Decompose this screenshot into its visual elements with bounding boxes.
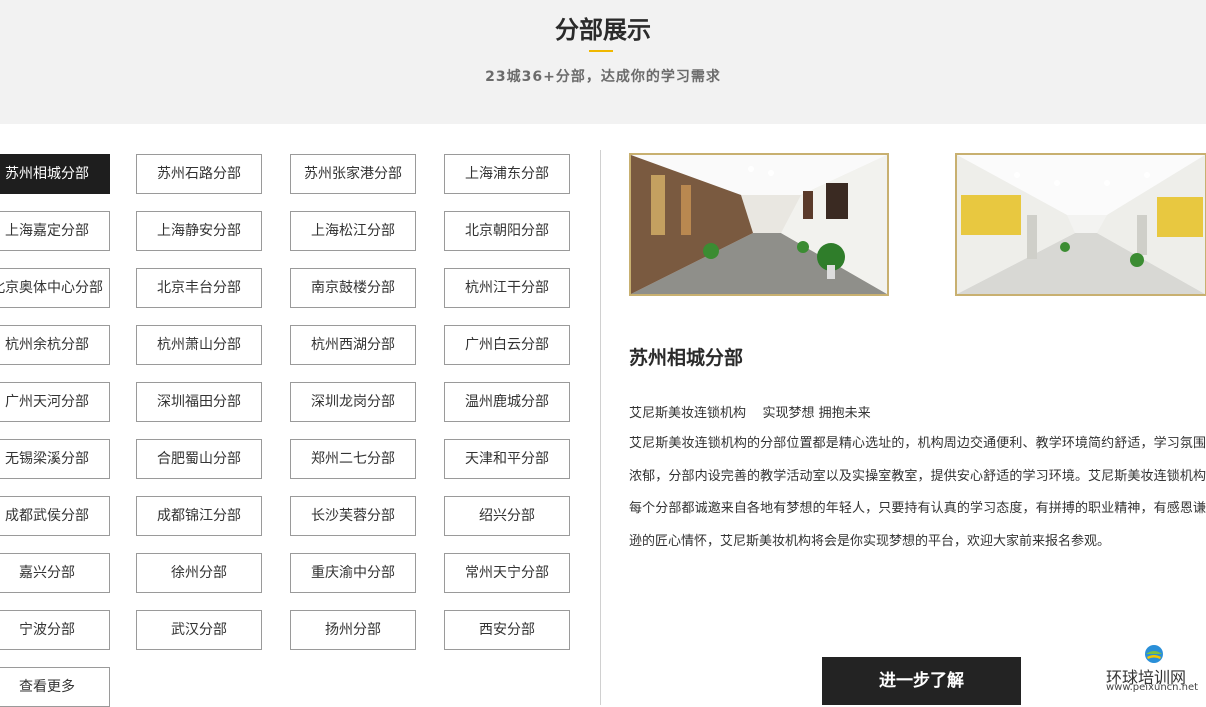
branch-button[interactable]: 长沙芙蓉分部 [290,496,416,536]
branch-detail-title: 苏州相城分部 [629,347,744,369]
branch-photo-corridor [629,153,889,296]
branch-button[interactable]: 合肥蜀山分部 [136,439,262,479]
branch-button[interactable]: 重庆渝中分部 [290,553,416,593]
branch-button[interactable]: 上海静安分部 [136,211,262,251]
branch-button[interactable]: 杭州江干分部 [444,268,570,308]
branch-button[interactable]: 成都武侯分部 [0,496,110,536]
vertical-divider [600,150,601,705]
branch-button[interactable]: 苏州张家港分部 [290,154,416,194]
branch-button[interactable]: 上海嘉定分部 [0,211,110,251]
branch-button[interactable]: 苏州相城分部 [0,154,110,194]
branch-button[interactable]: 西安分部 [444,610,570,650]
branch-list: 苏州相城分部 苏州石路分部 苏州张家港分部 上海浦东分部上海嘉定分部 上海静安分部 上海松… [0,0,600,707]
branch-button[interactable]: 深圳福田分部 [136,382,262,422]
branch-button[interactable]: 广州白云分部 [444,325,570,365]
branch-button[interactable]: 杭州西湖分部 [290,325,416,365]
branch-button[interactable]: 深圳龙岗分部 [290,382,416,422]
watermark-url: www.peixuncn.net [1106,682,1199,693]
branch-button[interactable]: 绍兴分部 [444,496,570,536]
branch-button[interactable]: 苏州石路分部 [136,154,262,194]
branch-button[interactable]: 常州天宁分部 [444,553,570,593]
branch-button[interactable]: 北京丰台分部 [136,268,262,308]
branch-button[interactable]: 嘉兴分部 [0,553,110,593]
branch-button[interactable]: 南京鼓楼分部 [290,268,416,308]
branch-description: 艾尼斯美妆连锁机构的分部位置都是精心选址的，机构周边交通便利、教学环境简约舒适，… [629,436,1206,549]
branch-button[interactable]: 上海松江分部 [290,211,416,251]
branch-button[interactable]: 无锡梁溪分部 [0,439,110,479]
branch-button[interactable]: 温州鹿城分部 [444,382,570,422]
branch-button[interactable]: 广州天河分部 [0,382,110,422]
branch-button[interactable]: 北京奥体中心分部 [0,268,110,308]
branch-button[interactable]: 杭州余杭分部 [0,325,110,365]
branch-button[interactable]: 徐州分部 [136,553,262,593]
branch-button[interactable]: 上海浦东分部 [444,154,570,194]
watermark: 环球培训网 www.peixuncn.net [1104,644,1204,702]
branch-button[interactable]: 成都锦江分部 [136,496,262,536]
branch-button[interactable]: 宁波分部 [0,610,110,650]
branch-button[interactable]: 扬州分部 [290,610,416,650]
branch-button[interactable]: 郑州二七分部 [290,439,416,479]
learn-more-button[interactable]: 进一步了解 [822,657,1021,705]
branch-slogan: 艾尼斯美妆连锁机构 实现梦想 拥抱未来 [629,406,871,421]
branch-button[interactable]: 天津和平分部 [444,439,570,479]
branch-photo-hallway [955,153,1206,296]
globe-logo-icon [1145,645,1163,663]
branch-button[interactable]: 北京朝阳分部 [444,211,570,251]
branch-button[interactable]: 杭州萧山分部 [136,325,262,365]
view-more-button[interactable]: 查看更多 [0,667,110,707]
branch-button[interactable]: 武汉分部 [136,610,262,650]
